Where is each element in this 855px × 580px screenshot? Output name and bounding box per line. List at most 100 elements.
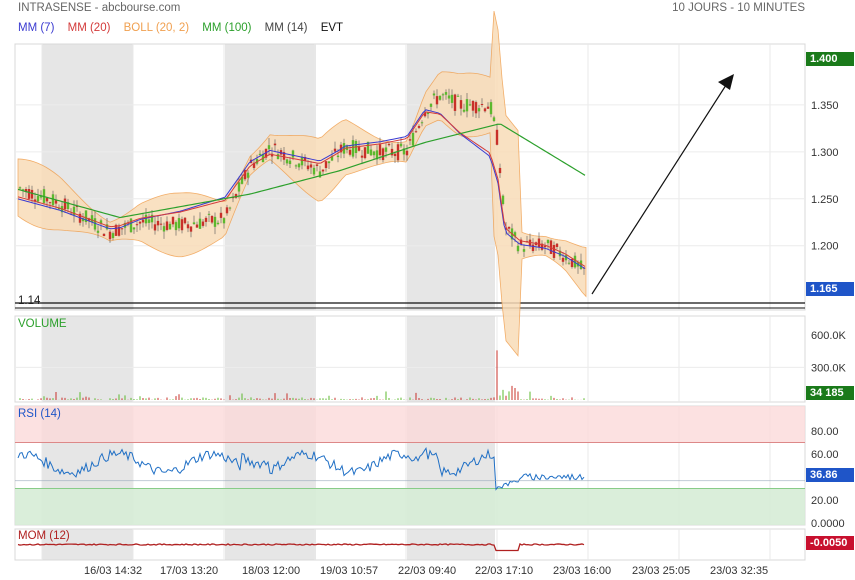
- candle-body: [291, 150, 295, 158]
- rsi-tick-label: 60.00: [811, 449, 839, 461]
- candle-body: [276, 154, 280, 160]
- candle-body: [309, 164, 313, 168]
- legend-evt: EVT: [320, 22, 344, 34]
- candle-body: [531, 244, 535, 252]
- candle-body: [414, 131, 418, 133]
- candle-body: [129, 218, 133, 233]
- candle-body: [204, 217, 208, 222]
- candle-body: [297, 163, 301, 168]
- candle-body: [474, 102, 478, 114]
- candle-body: [48, 202, 52, 204]
- candle-body: [411, 132, 415, 146]
- volume-label: VOLUME: [18, 318, 67, 330]
- candle-body: [285, 159, 289, 164]
- candle-body: [405, 150, 409, 156]
- candle-body: [495, 129, 499, 145]
- candle-body: [333, 148, 337, 152]
- rsi-label: RSI (14): [18, 408, 61, 420]
- stock-chart: 1.350 1.300 1.250 1.200 600.0K 300.0K 80.00 60.…: [14, 10, 847, 577]
- candle-body: [213, 216, 217, 227]
- candle-body: [477, 108, 481, 112]
- candle-body: [498, 167, 502, 174]
- candle-body: [102, 233, 106, 237]
- candle-body: [522, 249, 526, 252]
- candle-body: [399, 143, 403, 147]
- candle-body: [432, 93, 436, 96]
- candle-body: [273, 143, 277, 146]
- rsi-badge: 36.86: [806, 468, 854, 482]
- mom-badge: -0.0050: [806, 536, 854, 550]
- candle-body: [156, 220, 160, 226]
- x-axis-label: 23/03 25:05: [632, 565, 690, 577]
- candle-body: [306, 165, 310, 170]
- candle-body: [300, 156, 304, 166]
- candle-body: [159, 223, 163, 225]
- candle-body: [489, 102, 493, 115]
- x-axis-label: 19/03 10:57: [320, 565, 378, 577]
- x-axis-label: 22/03 09:40: [398, 565, 456, 577]
- candle-body: [201, 221, 205, 226]
- candle-body: [465, 99, 469, 112]
- candle-body: [120, 228, 124, 230]
- candle-body: [537, 238, 541, 248]
- candle-body: [420, 122, 424, 124]
- candle-body: [45, 197, 49, 202]
- x-axis-label: 23/03 32:35: [710, 565, 768, 577]
- candle-body: [111, 233, 115, 239]
- chart-title: INTRASENSE - abcbourse.com: [18, 2, 181, 14]
- rsi-tick-label: 20.00: [811, 495, 839, 507]
- mom-label: MOM (12): [18, 530, 70, 542]
- x-axis-label: 17/03 13:20: [160, 565, 218, 577]
- candle-body: [315, 164, 319, 166]
- candle-body: [567, 262, 571, 264]
- support-label: 1.14: [18, 295, 41, 307]
- candle-body: [171, 216, 175, 225]
- candle-body: [312, 167, 316, 175]
- candle-body: [138, 221, 142, 224]
- legend-mm7: MM (7): [18, 22, 55, 34]
- candle-body: [135, 224, 139, 226]
- rsi-tick-label: 80.00: [811, 426, 839, 438]
- candle-body: [198, 218, 202, 229]
- rsi-overbought-zone: [15, 406, 805, 443]
- candle-body: [267, 145, 271, 150]
- candle-body: [321, 169, 325, 172]
- candle-body: [90, 215, 94, 223]
- candle-body: [372, 151, 376, 156]
- price-tick-label: 1.300: [811, 147, 839, 159]
- candle-body: [237, 182, 241, 192]
- candle-body: [336, 155, 340, 158]
- candle-body: [459, 100, 463, 109]
- candle-body: [543, 245, 547, 248]
- candle-body: [453, 94, 457, 111]
- candle-body: [219, 212, 223, 218]
- candle-body: [546, 239, 550, 244]
- candle-body: [183, 217, 187, 224]
- candle-body: [228, 207, 232, 209]
- day-shade-1: [225, 316, 316, 402]
- candle-body: [348, 149, 352, 155]
- candle-body: [561, 257, 565, 262]
- x-axis-label: 22/03 17:10: [475, 565, 533, 577]
- legend-mm14: MM (14): [264, 22, 308, 34]
- candle-body: [327, 161, 331, 164]
- legend-boll: BOLL (20, 2): [123, 22, 190, 34]
- candle-body: [27, 189, 31, 199]
- day-shade-2: [407, 316, 495, 402]
- candle-body: [387, 143, 391, 146]
- candle-body: [180, 219, 184, 231]
- candle-body: [501, 195, 505, 204]
- candle-body: [18, 187, 22, 189]
- candle-body: [192, 222, 196, 225]
- rsi-oversold-zone: [15, 488, 805, 525]
- candle-body: [294, 165, 298, 167]
- volume-tick-label: 300.0K: [811, 362, 847, 374]
- candle-body: [189, 226, 193, 232]
- candle-body: [351, 140, 355, 157]
- candle-body: [438, 95, 442, 100]
- price-tick-label: 1.350: [811, 100, 839, 112]
- candle-body: [384, 147, 388, 152]
- indicator-legend: MM (7) MM (20) BOLL (20, 2) MM (100) MM …: [18, 22, 353, 34]
- candle-body: [360, 155, 364, 158]
- price-badge-last: 1.165: [806, 282, 854, 296]
